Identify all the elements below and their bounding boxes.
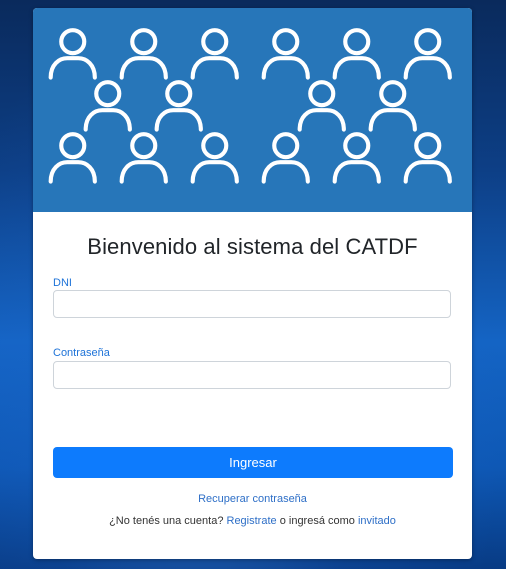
person-icon [48,132,97,184]
dni-field[interactable] [53,290,451,318]
register-link[interactable]: Registrate [227,515,277,527]
person-icon [332,132,381,184]
person-icon [119,28,168,80]
person-icon [190,28,239,80]
recover-password-link[interactable]: Recuperar contraseña [198,493,307,505]
person-icon [190,132,239,184]
person-icon [368,80,417,132]
person-icon [48,28,97,80]
guest-link[interactable]: invitado [358,515,396,527]
person-icon [297,80,346,132]
password-field[interactable] [53,361,451,389]
or-enter-as-text: o ingresá como [279,515,355,527]
no-account-text: ¿No tenés una cuenta? [109,515,224,527]
page-title: Bienvenido al sistema del CATDF [87,234,418,259]
person-icon [261,132,310,184]
people-group-icon [48,28,452,184]
login-card: Bienvenido al sistema del CATDF DNI Cont… [33,8,472,559]
banner [33,8,472,212]
person-icon [154,80,203,132]
password-label: Contraseña [53,347,110,359]
person-icon [403,132,452,184]
person-icon [119,132,168,184]
dni-label: DNI [53,277,72,289]
person-icon [403,28,452,80]
person-icon [332,28,381,80]
person-icon [83,80,132,132]
person-icon [261,28,310,80]
signup-row: ¿No tenés una cuenta? Registrate o ingre… [33,515,472,527]
login-button[interactable]: Ingresar [53,447,453,478]
recover-row: Recuperar contraseña [33,493,472,505]
